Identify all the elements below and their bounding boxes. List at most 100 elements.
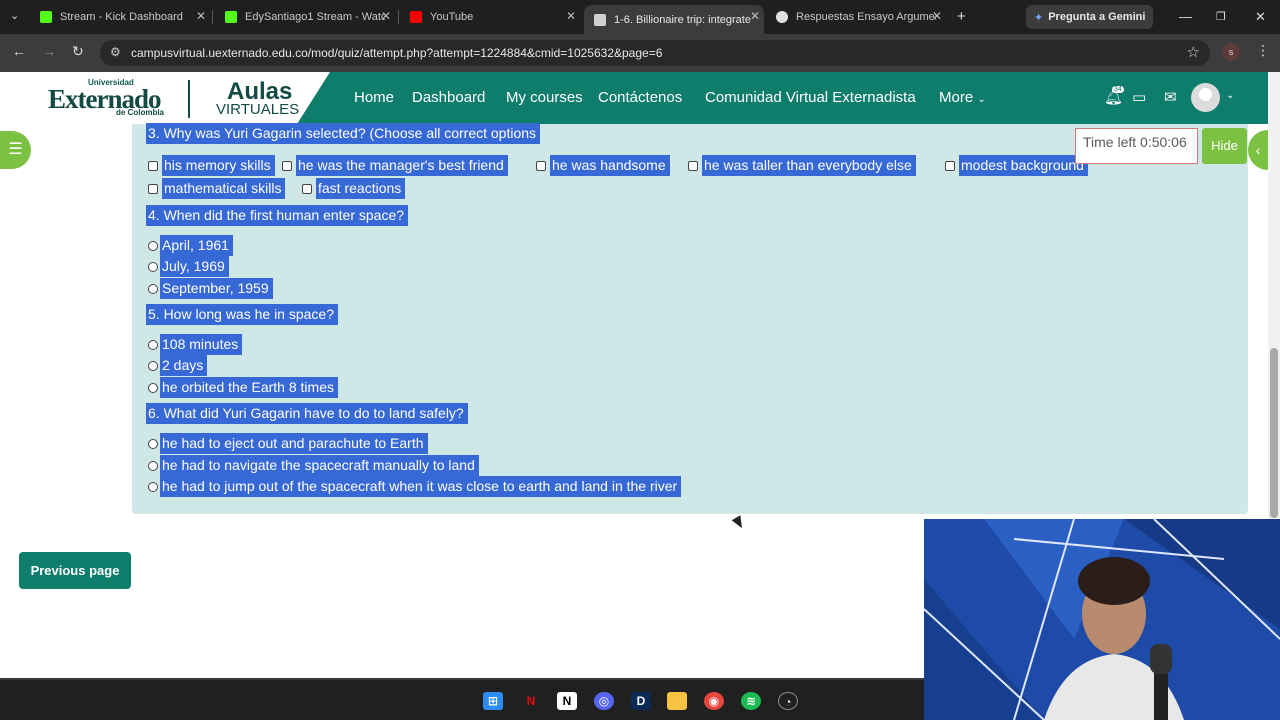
chevron-left-icon: ‹: [1255, 142, 1261, 158]
q4-option[interactable]: July, 1969: [148, 256, 229, 277]
q3-option[interactable]: his memory skills: [148, 155, 275, 176]
radio[interactable]: [148, 261, 158, 272]
radio[interactable]: [148, 438, 158, 449]
tab-kick-stream[interactable]: EdySantiago1 Stream - Watc ✕: [215, 5, 395, 29]
logo-de-colombia: de Colombia: [116, 108, 165, 117]
radio[interactable]: [148, 240, 158, 251]
chrome-icon[interactable]: ◉: [704, 692, 724, 710]
question-3: 3. Why was Yuri Gagarin selected? (Choos…: [146, 123, 541, 144]
checkbox[interactable]: [148, 183, 158, 194]
address-bar[interactable]: ⚙ campusvirtual.uexternado.edu.co/mod/qu…: [100, 40, 1210, 66]
netflix-icon[interactable]: N: [521, 692, 541, 710]
menu-kebab-icon[interactable]: ⋮: [1256, 42, 1270, 59]
spotify-icon[interactable]: ≋: [741, 692, 761, 710]
close-icon[interactable]: ✕: [196, 9, 206, 23]
radio[interactable]: [148, 481, 158, 492]
file-explorer-icon[interactable]: [667, 692, 687, 710]
q3-option[interactable]: he was handsome: [536, 155, 670, 176]
nav-dashboard[interactable]: Dashboard: [412, 89, 485, 106]
previous-page-button[interactable]: Previous page: [19, 552, 131, 589]
checkbox[interactable]: [148, 160, 158, 171]
radio[interactable]: [148, 360, 158, 371]
site-header: Universidad Externado de Colombia Aulas …: [0, 72, 1268, 124]
tab-youtube[interactable]: YouTube ✕: [400, 5, 580, 29]
chevron-down-icon[interactable]: ⌄: [1226, 90, 1234, 101]
back-icon[interactable]: ←: [12, 43, 26, 59]
close-icon[interactable]: ✕: [750, 9, 760, 23]
q3-option[interactable]: modest background: [945, 155, 1088, 176]
nav-contactenos[interactable]: Contáctenos: [598, 89, 682, 106]
checkbox[interactable]: [302, 183, 312, 194]
list-icon: ☰: [8, 141, 23, 158]
option-label: September, 1959: [160, 278, 273, 299]
q3-option[interactable]: mathematical skills: [148, 178, 286, 199]
nav-home[interactable]: Home: [354, 89, 394, 106]
close-icon[interactable]: ✕: [381, 9, 391, 23]
course-index-toggle[interactable]: ☰: [0, 131, 31, 169]
q3-option[interactable]: he was taller than everybody else: [688, 155, 916, 176]
radio[interactable]: [148, 283, 158, 294]
question-text: 5. How long was he in space?: [146, 304, 338, 325]
chatgpt-icon: [776, 11, 788, 23]
youtube-icon: [410, 11, 422, 23]
minimize-icon[interactable]: —: [1179, 9, 1192, 24]
quiz-timer: Time left 0:50:06: [1075, 128, 1198, 164]
bookmark-star-icon[interactable]: ☆: [1187, 43, 1200, 61]
moodle-icon: [594, 13, 606, 26]
question-4: 4. When did the first human enter space?: [146, 205, 409, 226]
close-icon[interactable]: ✕: [566, 9, 576, 23]
discord-icon[interactable]: ◎: [594, 692, 614, 710]
nav-comunidad[interactable]: Comunidad Virtual Externadista: [705, 89, 916, 106]
q6-option[interactable]: he had to navigate the spacecraft manual…: [148, 455, 479, 476]
q5-option[interactable]: 2 days: [148, 355, 208, 376]
disney-plus-icon[interactable]: D: [631, 692, 651, 710]
q4-option[interactable]: September, 1959: [148, 278, 273, 299]
tab-kick-dashboard[interactable]: Stream - Kick Dashboard ✕: [30, 5, 210, 29]
hide-timer-button[interactable]: Hide: [1202, 128, 1247, 164]
q5-option[interactable]: he orbited the Earth 8 times: [148, 377, 338, 398]
tab-title: YouTube: [430, 11, 474, 23]
q5-option[interactable]: 108 minutes: [148, 334, 243, 355]
scrollbar-thumb[interactable]: [1270, 348, 1278, 518]
nav-my-courses[interactable]: My courses: [506, 89, 583, 106]
gemini-icon: ✦: [1034, 11, 1044, 24]
checkbox[interactable]: [688, 160, 698, 171]
notion-icon[interactable]: N: [557, 692, 577, 710]
window-close-icon[interactable]: ✕: [1255, 9, 1266, 25]
block-drawer-toggle[interactable]: ‹: [1248, 130, 1268, 170]
mail-icon[interactable]: ✉: [1164, 88, 1177, 106]
q4-option[interactable]: April, 1961: [148, 235, 233, 256]
forward-icon[interactable]: →: [42, 43, 56, 59]
tab-search-icon[interactable]: ⌄: [10, 9, 19, 22]
tab-quiz-active[interactable]: 1-6. Billionaire trip: integrate ✕: [584, 5, 764, 34]
radio[interactable]: [148, 460, 158, 471]
checkbox[interactable]: [282, 160, 292, 171]
q3-option[interactable]: he was the manager's best friend: [282, 155, 508, 176]
tab-chatgpt[interactable]: Respuestas Ensayo Argumen ✕: [766, 5, 946, 29]
new-tab-icon[interactable]: +: [957, 8, 966, 25]
browser-toolbar: ← → ↻ ⚙ campusvirtual.uexternado.edu.co/…: [0, 34, 1280, 72]
radio[interactable]: [148, 339, 158, 350]
q6-option[interactable]: he had to eject out and parachute to Ear…: [148, 433, 428, 454]
radio[interactable]: [148, 382, 158, 393]
obs-icon[interactable]: ◔: [778, 692, 798, 710]
site-logo[interactable]: Universidad Externado de Colombia Aulas …: [0, 72, 330, 124]
profile-avatar[interactable]: s: [1222, 43, 1240, 61]
site-info-icon[interactable]: ⚙: [110, 45, 121, 59]
checkbox[interactable]: [945, 160, 955, 171]
url-text: campusvirtual.uexternado.edu.co/mod/quiz…: [131, 46, 663, 60]
chat-icon[interactable]: ▭: [1132, 88, 1146, 106]
close-icon[interactable]: ✕: [932, 9, 942, 23]
reload-icon[interactable]: ↻: [72, 43, 84, 60]
gemini-button[interactable]: ✦ Pregunta a Gemini: [1026, 5, 1153, 29]
q6-option[interactable]: he had to jump out of the spacecraft whe…: [148, 476, 682, 497]
question-text: 6. What did Yuri Gagarin have to do to l…: [146, 403, 468, 424]
restore-icon[interactable]: ❐: [1216, 10, 1226, 23]
option-label: he had to eject out and parachute to Ear…: [160, 433, 428, 454]
nav-more[interactable]: More ⌄: [939, 89, 986, 106]
user-avatar[interactable]: [1191, 83, 1220, 112]
windows-start-icon[interactable]: ⊞: [483, 692, 503, 710]
q3-option[interactable]: fast reactions: [302, 178, 406, 199]
checkbox[interactable]: [536, 160, 546, 171]
logo-divider: [188, 80, 190, 118]
